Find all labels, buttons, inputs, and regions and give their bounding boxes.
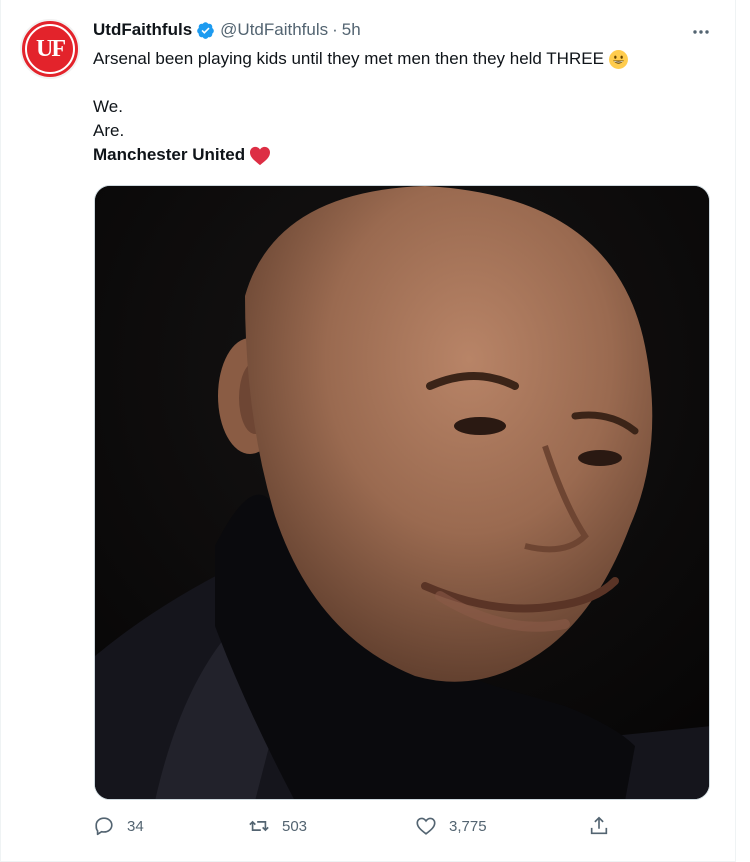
heart-icon [416,817,436,835]
retweet-button[interactable]: 503 [248,815,307,837]
retweet-count: 503 [282,817,308,835]
like-count: 3,775 [449,817,487,835]
author-handle[interactable]: @UtdFaithfuls [220,20,328,40]
tweet-line-2: We. [93,97,123,116]
tweet-card: UF UtdFaithfuls @UtdFaithfuls · 5h Arsen… [0,0,736,862]
reply-button[interactable]: 34 [93,815,144,837]
text-spacer [93,71,713,95]
tweet-actions: 34 503 3,775 [93,815,713,843]
author-display-name[interactable]: UtdFaithfuls [93,20,192,40]
portrait-photo [95,186,709,799]
share-button[interactable] [588,815,622,837]
tweet-line-1: Arsenal been playing kids until they met… [93,49,604,68]
grinning-face-emoji-icon [608,50,628,69]
tweet-header: UtdFaithfuls @UtdFaithfuls · 5h [93,20,361,40]
avatar-logo: UF [25,24,75,74]
tweet-line-4: Manchester United [93,145,246,164]
tweet-text: Arsenal been playing kids until they met… [93,47,713,167]
reply-icon [95,817,113,836]
like-button[interactable]: 3,775 [415,815,487,837]
separator-dot: · [332,20,338,39]
tweet-line-4-wrap: Manchester United [93,143,713,167]
retweet-icon [249,820,269,832]
red-heart-emoji-icon [250,146,271,165]
tweet-media-image[interactable] [94,185,710,800]
tweet-text-line: Arsenal been playing kids until they met… [93,47,713,71]
verified-badge-icon [197,21,214,39]
avatar[interactable]: UF [20,19,80,79]
share-icon [590,816,608,835]
more-dots-icon [693,30,709,34]
reply-count: 34 [127,817,144,835]
tweet-line-3: Are. [93,121,125,140]
tweet-timestamp[interactable]: 5h [342,20,361,40]
more-options-button[interactable] [689,20,713,44]
